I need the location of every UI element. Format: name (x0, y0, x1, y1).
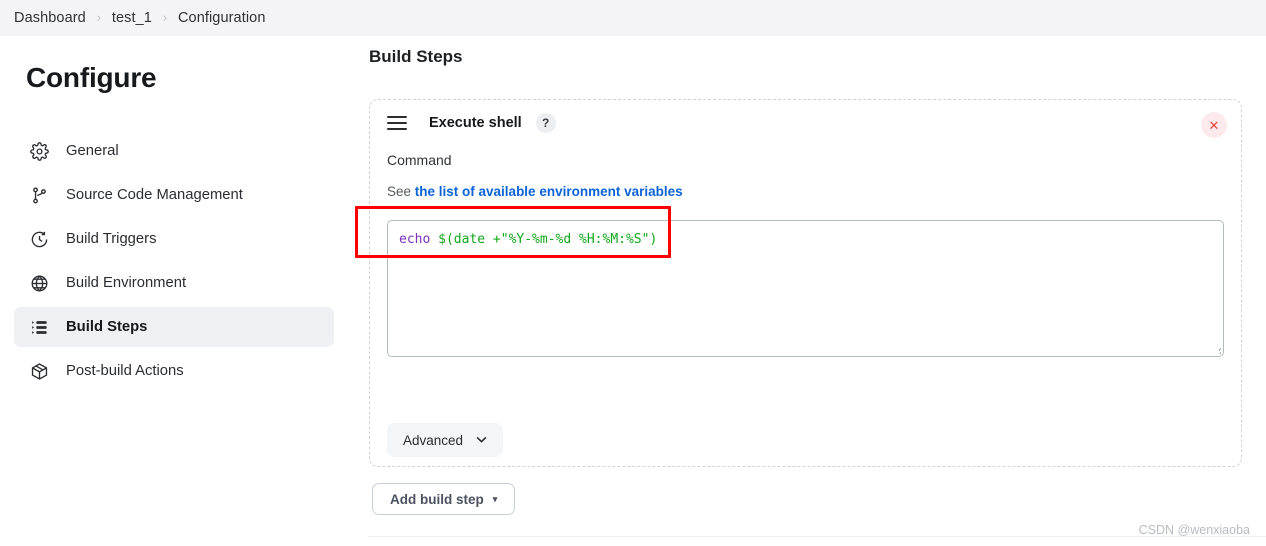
sidebar-item-build-environment[interactable]: Build Environment (14, 263, 334, 303)
build-step-header: Execute shell ? (387, 113, 556, 133)
help-icon[interactable]: ? (535, 113, 556, 133)
environment-variables-link[interactable]: the list of available environment variab… (415, 184, 683, 199)
build-step-title: Execute shell (429, 115, 522, 131)
command-label: Command (387, 152, 452, 168)
add-build-step-label: Add build step (390, 491, 484, 507)
page-root: Dashboard › test_1 › Configuration Confi… (0, 0, 1266, 546)
globe-icon (28, 272, 50, 294)
sidebar-item-label: Post-build Actions (66, 363, 184, 379)
breadcrumb-item-dashboard[interactable]: Dashboard (14, 10, 86, 26)
code-keyword: echo (399, 232, 431, 247)
resize-handle-icon[interactable] (1209, 342, 1221, 354)
sidebar-item-label: Source Code Management (66, 187, 243, 203)
git-branch-icon (28, 184, 50, 206)
package-icon (28, 360, 50, 382)
see-prefix: See (387, 184, 415, 199)
clock-icon (28, 228, 50, 250)
list-icon (28, 316, 50, 338)
sidebar: Configure General Source Code Management… (0, 36, 348, 546)
chevron-down-icon (476, 435, 487, 446)
sidebar-item-build-triggers[interactable]: Build Triggers (14, 219, 334, 259)
bottom-divider (368, 536, 1266, 537)
watermark: CSDN @wenxiaoba (1138, 523, 1250, 537)
command-textarea[interactable]: echo $(date +"%Y-%m-%d %H:%M:%S") (387, 220, 1224, 357)
sidebar-item-source-code-management[interactable]: Source Code Management (14, 175, 334, 215)
sidebar-nav: General Source Code Management Build Tri… (14, 131, 334, 395)
breadcrumb-item-test-1[interactable]: test_1 (112, 10, 152, 26)
breadcrumb-separator: › (96, 10, 101, 25)
drag-handle-icon[interactable] (387, 116, 407, 130)
breadcrumb-separator: › (162, 10, 167, 25)
main-content: Build Steps Execute shell ? ✕ Command Se… (348, 36, 1266, 546)
sidebar-item-general[interactable]: General (14, 131, 334, 171)
advanced-button-label: Advanced (403, 432, 464, 448)
command-code-text: echo $(date +"%Y-%m-%d %H:%M:%S") (399, 232, 657, 247)
caret-down-icon: ▾ (492, 493, 498, 504)
environment-variables-hint: See the list of available environment va… (387, 184, 683, 199)
page-title: Configure (26, 62, 157, 93)
sidebar-item-label: Build Steps (66, 319, 148, 335)
close-icon[interactable]: ✕ (1201, 112, 1227, 138)
sidebar-item-label: Build Environment (66, 275, 187, 291)
sidebar-item-build-steps[interactable]: Build Steps (14, 307, 334, 347)
breadcrumb-item-configuration[interactable]: Configuration (178, 10, 266, 26)
advanced-button[interactable]: Advanced (387, 423, 504, 457)
section-title: Build Steps (369, 47, 463, 66)
breadcrumb: Dashboard › test_1 › Configuration (0, 0, 1266, 36)
add-build-step-button[interactable]: Add build step ▾ (372, 483, 516, 515)
gear-icon (28, 140, 50, 162)
sidebar-item-label: Build Triggers (66, 231, 157, 247)
code-string: $(date +"%Y-%m-%d %H:%M:%S") (430, 232, 658, 247)
sidebar-item-label: General (66, 143, 119, 159)
build-step-card: Execute shell ? ✕ Command See the list o… (369, 99, 1242, 467)
sidebar-item-post-build-actions[interactable]: Post-build Actions (14, 351, 334, 391)
